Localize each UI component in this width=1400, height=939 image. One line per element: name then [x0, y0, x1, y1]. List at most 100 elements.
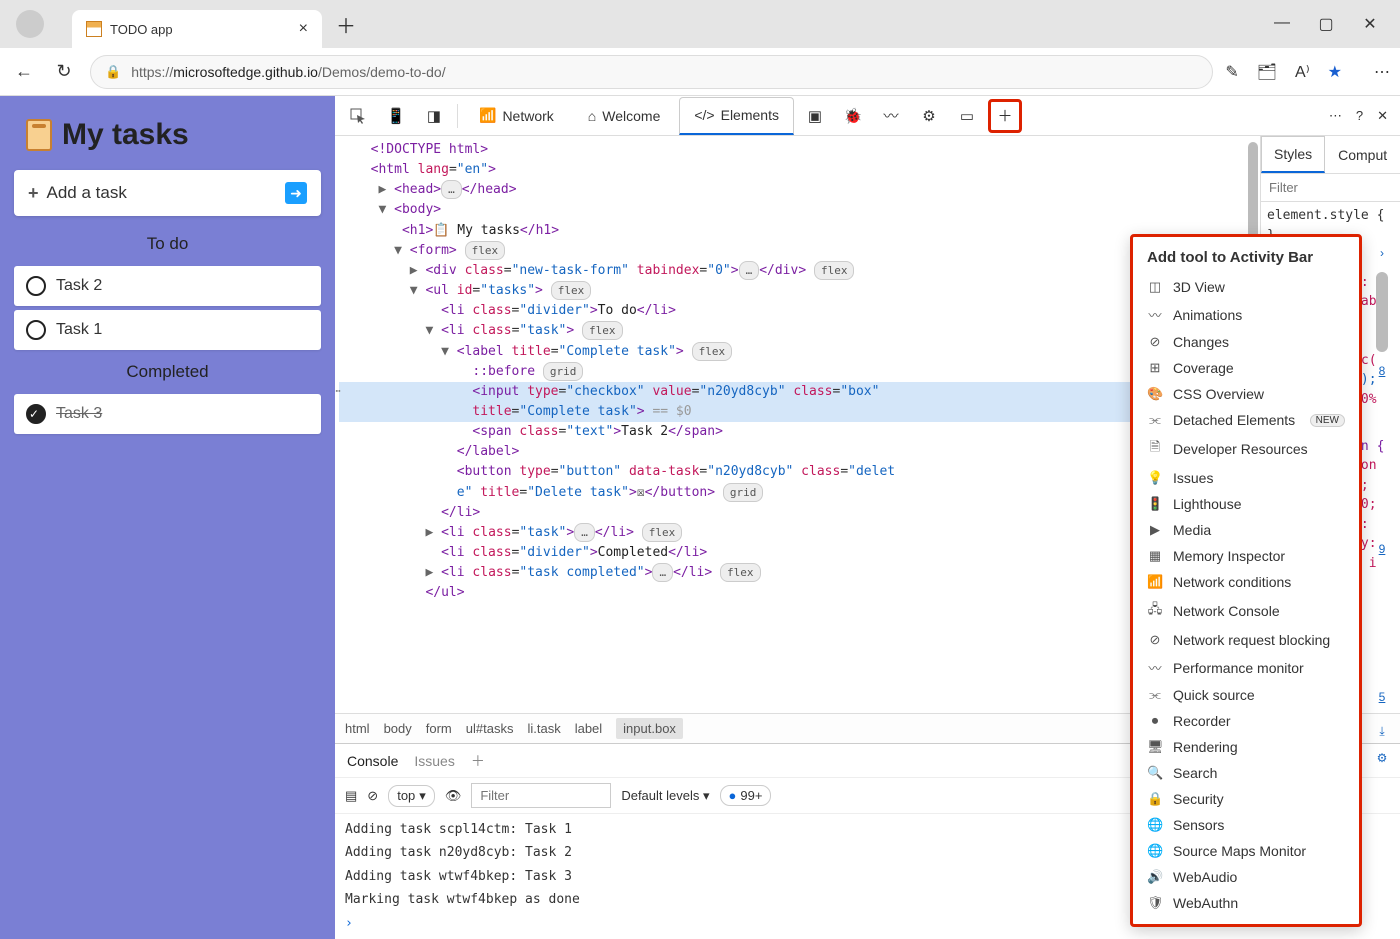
tab-welcome[interactable]: ⌂Welcome	[573, 97, 676, 135]
tab-network[interactable]: 📶Network	[464, 97, 569, 135]
new-tab-button[interactable]: ＋	[336, 10, 356, 39]
url-box[interactable]: 🔒 https://microsoftedge.github.io/Demos/…	[90, 55, 1213, 89]
tab-favicon	[86, 21, 102, 37]
popup-item[interactable]: 🔊WebAudio	[1133, 864, 1359, 890]
console-tab-icon[interactable]: ▣	[798, 99, 832, 133]
add-task-label: Add a task	[47, 183, 127, 203]
issues-count[interactable]: ● 99+	[720, 785, 772, 806]
collections-icon[interactable]: 🗂	[1257, 62, 1277, 82]
popup-item[interactable]: 🔍Search	[1133, 760, 1359, 786]
popup-item[interactable]: ⫘Quick source	[1133, 682, 1359, 708]
maximize-icon[interactable]: ▢	[1316, 14, 1336, 34]
context-select[interactable]: top ▾	[388, 785, 435, 807]
breadcrumb-item[interactable]: html	[345, 721, 370, 736]
elements-tree[interactable]: <!DOCTYPE html> <html lang="en"> ▶ <head…	[335, 136, 1260, 713]
read-aloud-icon[interactable]: A⁾	[1295, 62, 1310, 82]
tool-icon: 🖧	[1147, 600, 1163, 622]
more-menu-icon[interactable]: ⋯	[1374, 62, 1390, 82]
issues-tab[interactable]: Issues	[414, 753, 454, 769]
tab-styles[interactable]: Styles	[1261, 136, 1325, 173]
task-item-done[interactable]: ✓Task 3	[14, 394, 321, 434]
live-expression-icon[interactable]: 👁	[445, 788, 462, 804]
popup-item[interactable]: 🚦Lighthouse	[1133, 491, 1359, 517]
popup-item[interactable]: 🌐Source Maps Monitor	[1133, 838, 1359, 864]
popup-item[interactable]: 📶Network conditions	[1133, 569, 1359, 595]
popup-item[interactable]: ⊘Network request blocking	[1133, 627, 1359, 653]
add-task-input[interactable]: + Add a task ➜	[14, 170, 321, 216]
devtools: 📱 ◨ 📶Network ⌂Welcome </>Elements ▣ 🐞 〰 …	[335, 96, 1400, 939]
help-icon[interactable]: ?	[1356, 108, 1363, 123]
styles-filter-input[interactable]	[1261, 174, 1400, 202]
popup-item[interactable]: ⊘Changes	[1133, 329, 1359, 355]
popup-item[interactable]: 〰Animations	[1133, 300, 1359, 329]
drawer-add-icon[interactable]: ＋	[471, 751, 485, 771]
task-item[interactable]: Task 2	[14, 266, 321, 306]
gear-icon[interactable]: ⚙	[912, 99, 946, 133]
console-sidebar-toggle-icon[interactable]: ▤	[345, 788, 357, 804]
settings-gear-icon[interactable]: ⚙	[1377, 751, 1388, 765]
popup-item[interactable]: 💡Issues	[1133, 465, 1359, 491]
tool-icon: ▶	[1147, 522, 1163, 538]
tool-icon: 〰	[1147, 305, 1163, 324]
download-icon[interactable]: ⤓	[1379, 724, 1384, 739]
device-toggle-icon[interactable]: 📱	[379, 99, 413, 133]
clear-console-icon[interactable]: ⊘	[367, 788, 378, 804]
close-devtools-icon[interactable]: ✕	[1377, 108, 1388, 124]
log-levels-select[interactable]: Default levels ▾	[621, 788, 709, 804]
console-filter-input[interactable]	[471, 783, 611, 808]
checkbox-checked-icon[interactable]: ✓	[26, 404, 46, 424]
breadcrumb-item[interactable]: label	[575, 721, 602, 736]
tool-icon: ⊘	[1147, 632, 1163, 648]
popup-item[interactable]: 〰Performance monitor	[1133, 653, 1359, 682]
breadcrumb-item[interactable]: body	[384, 721, 412, 736]
popup-item[interactable]: ⏺Recorder	[1133, 708, 1359, 734]
bug-icon[interactable]: 🐞	[836, 99, 870, 133]
close-window-icon[interactable]: ✕	[1360, 14, 1380, 34]
tool-icon: 🛡	[1147, 895, 1163, 911]
popup-item[interactable]: ◫3D View	[1133, 274, 1359, 300]
popup-item[interactable]: 🖧Network Console	[1133, 595, 1359, 627]
tab-computed[interactable]: Comput	[1325, 136, 1400, 173]
performance-icon[interactable]: 〰	[874, 99, 908, 133]
chevron-right-icon[interactable]: ›	[1380, 246, 1384, 260]
popup-item[interactable]: 🔒Security	[1133, 786, 1359, 812]
checkbox-icon[interactable]	[26, 276, 46, 296]
popup-item[interactable]: ▦Memory Inspector	[1133, 543, 1359, 569]
popup-item[interactable]: ▶Media	[1133, 517, 1359, 543]
app-icon[interactable]: ▭	[950, 99, 984, 133]
popup-item[interactable]: 🌐Sensors	[1133, 812, 1359, 838]
breadcrumb-item[interactable]: input.box	[616, 718, 683, 739]
popup-item[interactable]: 🎨CSS Overview	[1133, 381, 1359, 407]
popup-item[interactable]: 🗎Developer Resources	[1133, 433, 1359, 465]
inspect-element-icon[interactable]	[341, 99, 375, 133]
browser-tab[interactable]: TODO app ×	[72, 10, 322, 48]
popup-item[interactable]: 🖥Rendering	[1133, 734, 1359, 760]
popup-item[interactable]: ⫘Detached ElementsNEW	[1133, 407, 1359, 433]
checkbox-icon[interactable]	[26, 320, 46, 340]
code-icon: </>	[694, 107, 714, 123]
add-tool-button[interactable]: ＋	[988, 99, 1022, 133]
back-button[interactable]: ←	[10, 61, 38, 82]
submit-task-button[interactable]: ➜	[285, 182, 307, 204]
styles-scrollbar[interactable]	[1376, 272, 1388, 352]
profile-avatar[interactable]	[16, 10, 44, 38]
dock-side-icon[interactable]: ◨	[417, 99, 451, 133]
more-tools-icon[interactable]: ⋯	[1329, 108, 1342, 124]
minimize-icon[interactable]: —	[1272, 14, 1292, 34]
favorite-star-icon[interactable]: ★	[1328, 62, 1342, 82]
edit-page-icon[interactable]: ✎	[1225, 62, 1238, 82]
refresh-button[interactable]: ↻	[50, 61, 78, 82]
tool-icon: 🔒	[1147, 791, 1163, 807]
tool-icon: 🗎	[1147, 438, 1163, 460]
popup-item[interactable]: ⊞Coverage	[1133, 355, 1359, 381]
breadcrumb-item[interactable]: form	[426, 721, 452, 736]
task-item[interactable]: Task 1	[14, 310, 321, 350]
popup-item[interactable]: 🛡WebAuthn	[1133, 890, 1359, 916]
console-tab[interactable]: Console	[347, 753, 398, 769]
breadcrumb-item[interactable]: li.task	[527, 721, 560, 736]
tab-elements[interactable]: </>Elements	[679, 97, 794, 135]
tool-icon: 🔊	[1147, 869, 1163, 885]
tab-close-icon[interactable]: ×	[299, 20, 308, 38]
breadcrumb-item[interactable]: ul#tasks	[466, 721, 514, 736]
section-completed-label: Completed	[8, 354, 327, 390]
